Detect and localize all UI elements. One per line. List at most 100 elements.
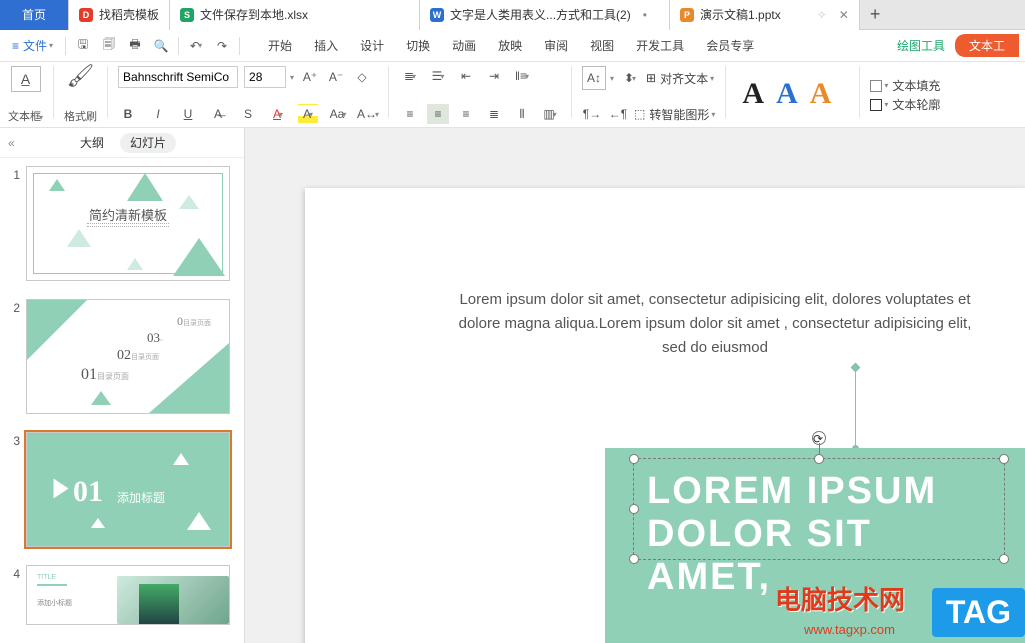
resize-handle[interactable] xyxy=(999,454,1009,464)
indent-dec-icon[interactable]: ⇤ xyxy=(455,66,477,86)
text-outline-button[interactable]: ▾ 文本轮廓 xyxy=(870,96,940,113)
tab-drawing-tools[interactable]: 绘图工具 xyxy=(897,37,945,54)
tab-review[interactable]: 审阅 xyxy=(540,33,572,58)
shadow-icon[interactable]: S xyxy=(238,104,258,124)
slide-thumbnail-2[interactable]: 01目录页面 02目录页面 03▫ 0目录页面 xyxy=(26,299,230,414)
file-menu-label: 文件 xyxy=(23,37,47,54)
close-icon[interactable]: • xyxy=(643,8,647,22)
slide-thumbnail-1[interactable]: 简约清新模板 xyxy=(26,166,230,281)
preview-icon[interactable]: 🔍 xyxy=(150,35,172,57)
font-family-select[interactable] xyxy=(118,66,238,88)
numbering-icon[interactable]: ☰▾ xyxy=(427,66,449,86)
slide-canvas[interactable]: Lorem ipsum dolor sit amet, consectetur … xyxy=(245,128,1025,643)
slide-body-text[interactable]: Lorem ipsum dolor sit amet, consectetur … xyxy=(445,288,985,360)
group-wordart: A A A xyxy=(736,66,849,122)
separator xyxy=(107,66,108,118)
align-text-button[interactable]: ⊞ 对齐文本▾ xyxy=(646,70,714,87)
tab-templates[interactable]: D 找稻壳模板 xyxy=(69,0,170,30)
ppt-icon: P xyxy=(680,8,694,22)
watermark-tag: TAG xyxy=(932,588,1025,637)
resize-handle[interactable] xyxy=(629,504,639,514)
ribbon-tabs: 开始 插入 设计 切换 动画 放映 审阅 视图 开发工具 会员专享 xyxy=(264,33,758,58)
strike-icon[interactable]: A̶ xyxy=(208,104,228,124)
tab-pptx[interactable]: P 演示文稿1.pptx ✧ ✕ xyxy=(670,0,860,30)
underline-icon[interactable]: U xyxy=(178,104,198,124)
app-menu-button[interactable]: ≡ 文件 ▾ xyxy=(6,37,59,54)
line-spacing-icon[interactable]: ‖≡▾ xyxy=(511,66,533,86)
textbox-icon[interactable]: A̲ xyxy=(11,66,41,92)
slide-thumbnail-3[interactable]: 01 添加标题 xyxy=(26,432,230,547)
tab-home-label: 首页 xyxy=(22,6,46,23)
collapse-panel-icon[interactable]: « xyxy=(8,136,15,150)
align-left-icon[interactable]: ≡ xyxy=(399,104,421,124)
resize-handle[interactable] xyxy=(999,554,1009,564)
slide-thumbnail-4[interactable]: TITLE 添加小标题 xyxy=(26,565,230,625)
text-direction-icon[interactable]: A↕ xyxy=(582,66,606,90)
font-color-icon[interactable]: A▾ xyxy=(268,104,288,124)
thumbnails-list[interactable]: 1 简约清新模板 2 01目 xyxy=(0,158,244,643)
tab-text-tools[interactable]: 文本工 xyxy=(955,34,1019,57)
tab-pptx-label: 演示文稿1.pptx xyxy=(700,6,781,23)
chevron-down-icon[interactable]: ▾ xyxy=(290,73,294,82)
close-tab-icon[interactable]: ✕ xyxy=(839,8,849,22)
tab-insert[interactable]: 插入 xyxy=(310,33,342,58)
align-center-icon[interactable]: ≡ xyxy=(427,104,449,124)
redo-icon[interactable]: ↷ xyxy=(211,35,233,57)
wordart-style-3[interactable]: A xyxy=(804,77,838,111)
highlight-icon[interactable]: A▾ xyxy=(298,104,318,124)
tab-transition[interactable]: 切换 xyxy=(402,33,434,58)
bullets-icon[interactable]: ≣▾ xyxy=(399,66,421,86)
italic-icon[interactable]: I xyxy=(148,104,168,124)
decrease-font-icon[interactable]: A⁻ xyxy=(326,67,346,87)
pin-icon[interactable]: ✧ xyxy=(817,8,827,22)
tab-xlsx[interactable]: S 文件保存到本地.xlsx xyxy=(170,0,420,30)
slide-number: 1 xyxy=(6,166,20,182)
columns-icon[interactable]: ▥▾ xyxy=(539,104,561,124)
tab-devtools[interactable]: 开发工具 xyxy=(632,33,688,58)
save-icon[interactable]: 🖫 xyxy=(72,35,94,57)
vertical-align-icon[interactable]: ⬍▾ xyxy=(620,68,640,88)
bold-icon[interactable]: B xyxy=(118,104,138,124)
format-painter-icon[interactable]: 🖌 xyxy=(71,66,91,86)
resize-handle[interactable] xyxy=(629,554,639,564)
chevron-down-icon[interactable]: ▾ xyxy=(610,74,614,83)
rtl-icon[interactable]: ¶→ xyxy=(582,104,602,124)
text-fill-button[interactable]: ▾ 文本填充 xyxy=(870,77,940,94)
distribute-icon[interactable]: ⫴ xyxy=(511,104,533,124)
indent-inc-icon[interactable]: ⇥ xyxy=(483,66,505,86)
separator xyxy=(65,37,66,55)
sidetab-slides[interactable]: 幻灯片 xyxy=(120,133,176,153)
clear-format-icon[interactable]: ◇ xyxy=(352,67,372,87)
tab-home[interactable]: 首页 xyxy=(0,0,69,30)
new-tab-button[interactable]: + xyxy=(860,4,891,25)
tab-start[interactable]: 开始 xyxy=(264,33,296,58)
sidetab-outline[interactable]: 大纲 xyxy=(70,133,114,153)
increase-font-icon[interactable]: A⁺ xyxy=(300,67,320,87)
resize-handle[interactable] xyxy=(629,454,639,464)
format-painter-label[interactable]: 格式刷 xyxy=(64,108,97,124)
tab-view[interactable]: 视图 xyxy=(586,33,618,58)
selection-box[interactable]: ⟳ xyxy=(633,458,1005,560)
wordart-style-2[interactable]: A xyxy=(770,77,804,111)
tab-doc[interactable]: W 文字是人类用表义...方式和工具(2) • xyxy=(420,0,670,30)
tab-design[interactable]: 设计 xyxy=(356,33,388,58)
tab-vip[interactable]: 会员专享 xyxy=(702,33,758,58)
undo-icon[interactable]: ↶▾ xyxy=(185,35,207,57)
convert-smartart-button[interactable]: ⬚ 转智能图形▾ xyxy=(634,106,715,123)
case-icon[interactable]: Aa▾ xyxy=(328,104,348,124)
slide[interactable]: Lorem ipsum dolor sit amet, consectetur … xyxy=(305,188,1025,643)
tab-slideshow[interactable]: 放映 xyxy=(494,33,526,58)
print-icon[interactable]: 🖶 xyxy=(124,35,146,57)
resize-handle[interactable] xyxy=(814,454,824,464)
align-right-icon[interactable]: ≡ xyxy=(455,104,477,124)
connector-line[interactable] xyxy=(855,368,856,448)
tab-animation[interactable]: 动画 xyxy=(448,33,480,58)
justify-icon[interactable]: ≣ xyxy=(483,104,505,124)
save-as-icon[interactable]: 🗐 xyxy=(98,35,120,57)
xls-icon: S xyxy=(180,8,194,22)
textbox-label[interactable]: 文本框 xyxy=(8,111,41,123)
wordart-style-1[interactable]: A xyxy=(736,77,770,111)
ltr-icon[interactable]: ←¶ xyxy=(608,104,628,124)
spacing-icon[interactable]: A↔▾ xyxy=(358,104,378,124)
font-size-select[interactable] xyxy=(244,66,286,88)
